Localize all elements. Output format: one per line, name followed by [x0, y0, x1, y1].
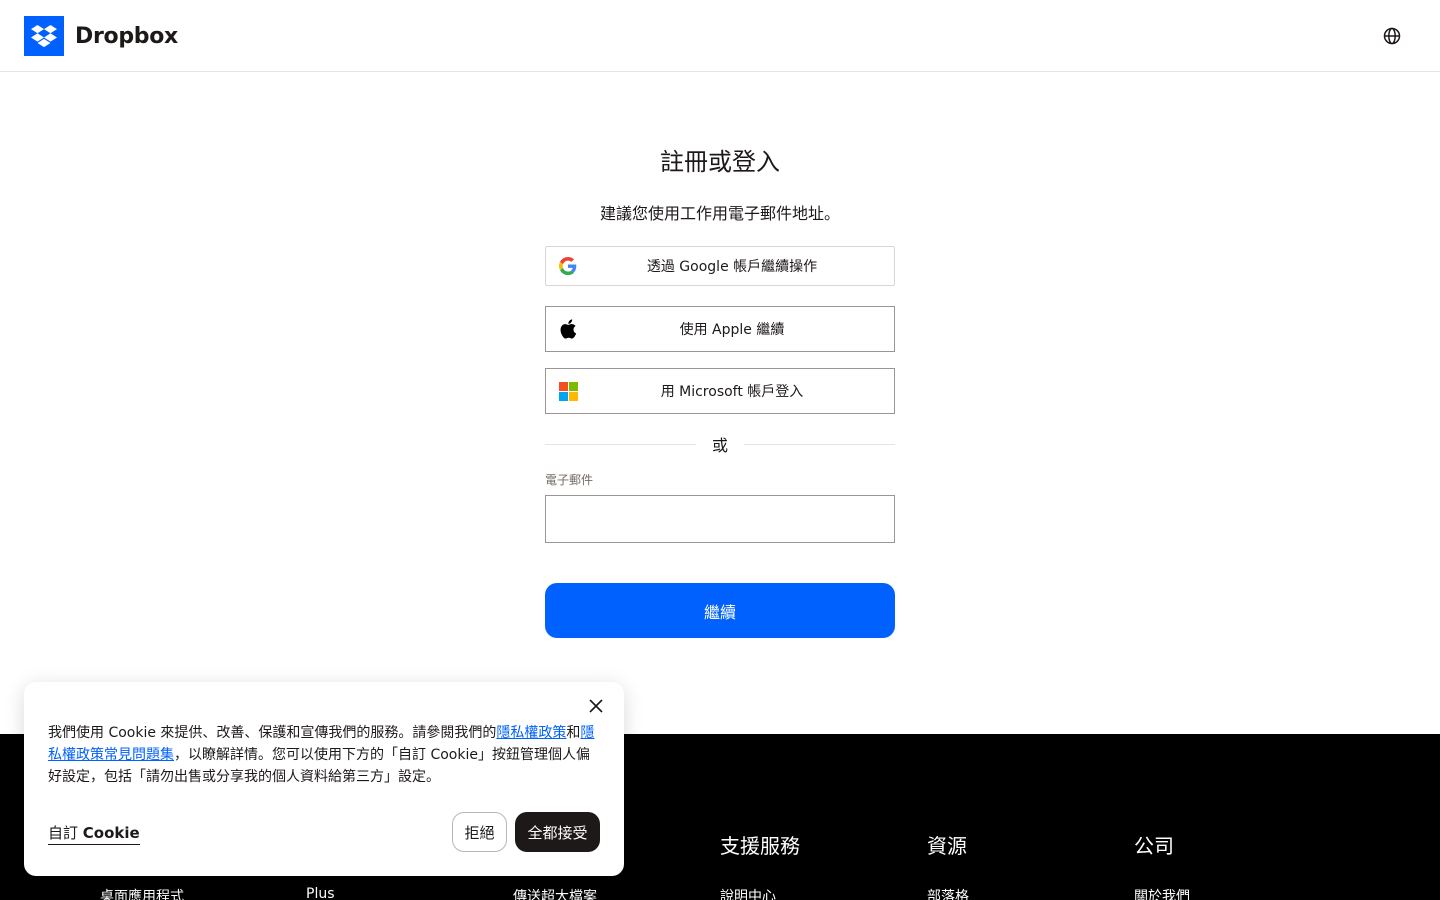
footer-link-help-center[interactable]: 說明中心: [720, 886, 776, 900]
footer-column-resources: 資源: [927, 830, 967, 859]
site-header: Dropbox: [0, 0, 1440, 72]
page-title: 註冊或登入: [660, 148, 780, 176]
globe-icon[interactable]: [1382, 26, 1402, 46]
apple-icon: [558, 319, 578, 339]
footer-heading-support: 支援服務: [720, 834, 800, 858]
continue-button[interactable]: 繼續: [545, 583, 895, 638]
customize-cookie-button[interactable]: 自訂 Cookie: [48, 822, 140, 845]
customize-bold: Cookie: [82, 824, 140, 842]
email-field[interactable]: [545, 495, 895, 543]
brand-name: Dropbox: [75, 23, 178, 49]
google-icon: [558, 256, 578, 276]
page-subtitle: 建議您使用工作用電子郵件地址。: [599, 204, 840, 223]
footer-heading-company: 公司: [1134, 834, 1174, 858]
apple-signin-label: 使用 Apple 繼續: [679, 322, 785, 338]
reject-button[interactable]: 拒絕: [452, 812, 507, 852]
accept-all-button[interactable]: 全都接受: [515, 812, 600, 852]
close-icon[interactable]: [586, 696, 606, 716]
footer-link-plus[interactable]: Plus: [306, 886, 335, 900]
footer-column-support: 支援服務: [720, 830, 800, 859]
microsoft-signin-label: 用 Microsoft 帳戶登入: [660, 384, 804, 400]
footer-link-blog[interactable]: 部落格: [927, 886, 969, 900]
customize-prefix: 自訂: [48, 824, 79, 842]
cookie-text-before: 我們使用 Cookie 來提供、改善、保護和宣傳我們的服務。請參閱我們的: [48, 725, 497, 741]
microsoft-icon: [558, 381, 578, 401]
footer-column-company: 公司: [1134, 830, 1174, 859]
email-label: 電子郵件: [545, 473, 594, 487]
google-signin-label: 透過 Google 帳戶繼續操作: [646, 259, 818, 275]
dropbox-logo-icon: [24, 16, 64, 56]
dropbox-logo[interactable]: Dropbox: [24, 16, 178, 56]
cookie-text: 我們使用 Cookie 來提供、改善、保護和宣傳我們的服務。請參閱我們的隱私權政…: [48, 722, 600, 788]
cookie-text-and: 和: [566, 725, 581, 741]
footer-link-about-us[interactable]: 關於我們: [1134, 886, 1190, 900]
google-signin-button[interactable]: 透過 Google 帳戶繼續操作: [545, 246, 895, 286]
or-divider: 或: [545, 430, 895, 456]
apple-signin-button[interactable]: 使用 Apple 繼續: [545, 306, 895, 352]
divider-line-right: [744, 444, 895, 445]
microsoft-signin-button[interactable]: 用 Microsoft 帳戶登入: [545, 368, 895, 414]
footer-link-send-large-files[interactable]: 傳送超大檔案: [513, 886, 597, 900]
footer-heading-resources: 資源: [927, 834, 967, 858]
privacy-policy-link[interactable]: 隱私權政策: [496, 725, 566, 741]
cookie-banner: 我們使用 Cookie 來提供、改善、保護和宣傳我們的服務。請參閱我們的隱私權政…: [24, 682, 624, 876]
footer-link-desktop-app[interactable]: 桌面應用程式: [100, 886, 184, 900]
